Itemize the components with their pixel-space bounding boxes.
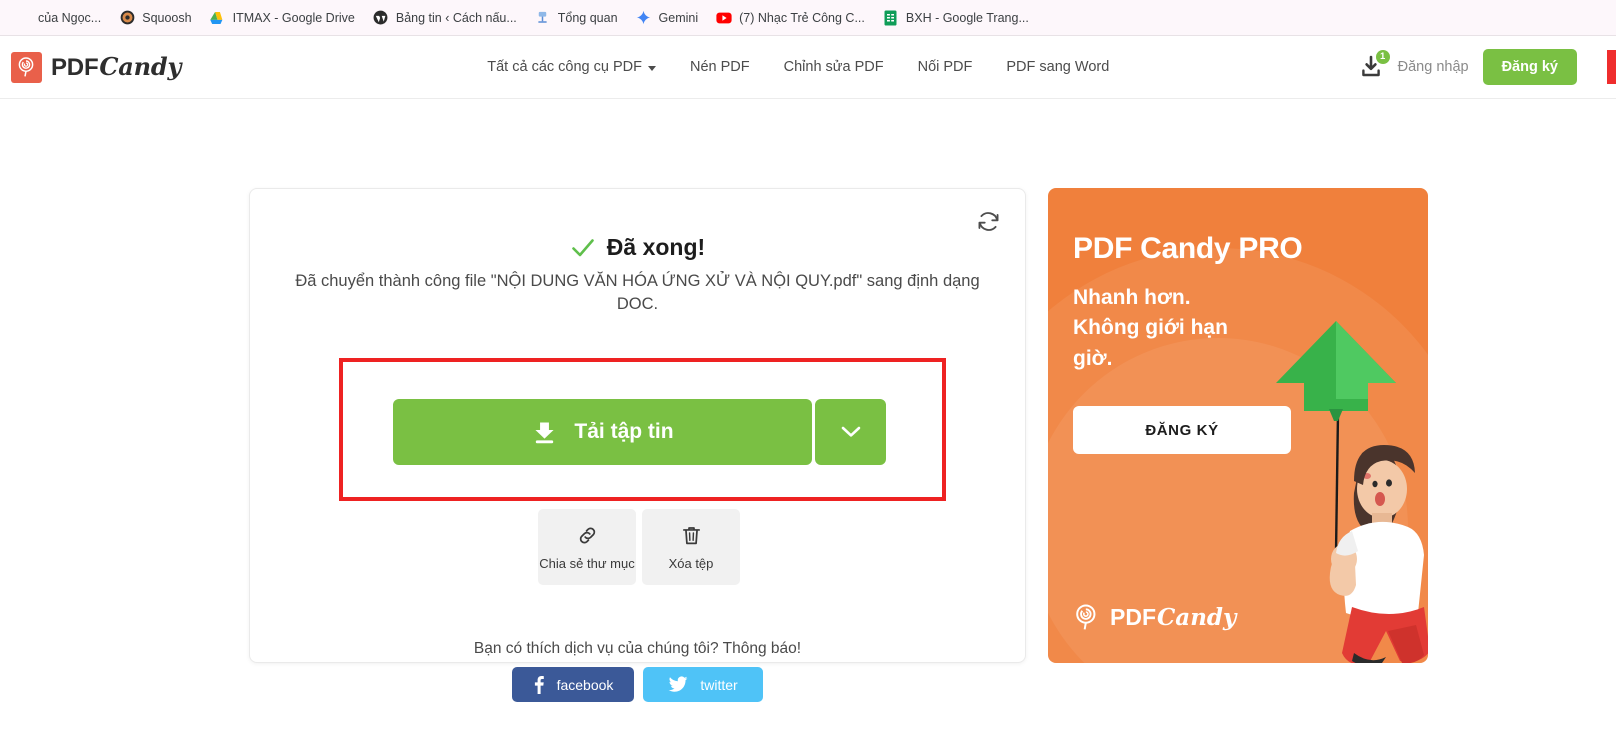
nav-label: Nối PDF: [917, 59, 973, 75]
bookmark-label: Tổng quan: [557, 10, 618, 25]
bookmark-label: ITMAX - Google Drive: [232, 10, 355, 25]
logo-candy-text: Candy: [99, 52, 182, 81]
nav-item-edit-pdf[interactable]: Chỉnh sửa PDF: [784, 59, 884, 75]
conversion-result-card: Đã xong! Đã chuyển thành công file "NỘI …: [249, 188, 1026, 702]
chevron-down-icon: [647, 65, 656, 71]
nav-label: Nén PDF: [689, 59, 750, 75]
logo-text: PDF Candy: [51, 52, 181, 82]
bookmark-label: BXH - Google Trang...: [905, 10, 1029, 25]
promo-logo-pdf: PDF: [1110, 603, 1156, 630]
share-prompt-text: Bạn có thích dịch vụ của chúng tôi? Thôn…: [473, 640, 802, 657]
refresh-circular-icon: [978, 211, 998, 231]
bookmark-label: (7) Nhạc Trẻ Công C...: [739, 10, 865, 25]
wordpress-icon: [373, 10, 389, 26]
site-logo[interactable]: PDF Candy: [11, 51, 181, 83]
bookmark-item-0[interactable]: của Ngọc...: [6, 6, 110, 30]
download-button-label: Tải tập tin: [574, 420, 674, 443]
bookmark-item-5[interactable]: Gemini: [627, 6, 708, 30]
bookmark-item-3[interactable]: Bảng tin ‹ Cách nấu...: [364, 6, 526, 30]
bookmark-item-4[interactable]: Tổng quan: [526, 6, 627, 30]
generic-bookmark-icon: [15, 10, 31, 26]
nav-item-compress-pdf[interactable]: Nén PDF: [690, 59, 750, 75]
page-title: Đã xong!: [606, 234, 706, 260]
nav-item-pdf-to-word[interactable]: PDF sang Word: [1006, 59, 1109, 75]
trash-bin-icon: [682, 526, 700, 544]
delete-file-label: Xóa tệp: [668, 555, 714, 571]
conversion-message: Đã chuyển thành công file "NỘI DUNG VĂN …: [295, 272, 980, 314]
nav-label: Tất cả các công cụ PDF: [487, 59, 642, 75]
signup-button[interactable]: Đăng ký: [1482, 49, 1577, 85]
nav-item-all-tools[interactable]: Tất cả các công cụ PDF: [487, 59, 656, 75]
logo-pdf-text: PDF: [51, 54, 99, 81]
download-file-button[interactable]: Tải tập tin: [393, 399, 812, 465]
cut-off-red-element: [1607, 50, 1616, 84]
tongquan-icon: [535, 10, 551, 26]
squoosh-icon: [119, 10, 135, 26]
link-chain-icon: [579, 527, 595, 543]
twitter-share-button[interactable]: twitter: [643, 667, 763, 702]
lollipop-icon: [1076, 604, 1096, 630]
gemini-sparkle-icon: [636, 10, 652, 26]
bookmark-label: của Ngọc...: [38, 10, 102, 25]
facebook-share-button[interactable]: facebook: [512, 667, 634, 702]
page-body: Đã xong! Đã chuyển thành công file "NỘI …: [0, 99, 1616, 752]
chevron-down-icon: [841, 426, 860, 437]
login-link[interactable]: Đăng nhập: [1398, 59, 1469, 75]
google-sheets-icon: [883, 10, 899, 26]
google-drive-icon: [210, 10, 226, 26]
promo-title: PDF Candy PRO: [1073, 232, 1303, 265]
promo-logo-candy: Candy: [1157, 603, 1237, 631]
header-right-actions: 1 Đăng nhập Đăng ký: [1358, 36, 1616, 98]
restart-refresh-button[interactable]: [973, 206, 1003, 236]
bookmark-label: Bảng tin ‹ Cách nấu...: [395, 10, 517, 25]
twitter-label: twitter: [700, 676, 738, 693]
bookmark-item-2[interactable]: ITMAX - Google Drive: [201, 6, 364, 30]
done-heading: Đã xong!: [250, 234, 1025, 261]
bookmark-label: Gemini: [658, 10, 699, 25]
twitter-bird-icon: [668, 676, 688, 692]
browser-bookmark-bar: của Ngọc... Squoosh ITMAX - Google Drive…: [0, 0, 1616, 36]
download-options-button[interactable]: [815, 399, 886, 465]
downloads-badge: 1: [1375, 50, 1390, 64]
promo-logo: PDF Candy: [1073, 603, 1236, 631]
facebook-label: facebook: [556, 676, 614, 693]
lollipop-icon: [11, 51, 42, 83]
secondary-actions: Chia sẻ thư mục Xóa tệp: [538, 509, 740, 585]
share-folder-label: Chia sẻ thư mục: [539, 555, 635, 571]
social-share-row: facebook twitter: [250, 667, 1025, 702]
delete-file-button[interactable]: Xóa tệp: [642, 509, 740, 585]
share-folder-button[interactable]: Chia sẻ thư mục: [538, 509, 636, 585]
download-arrow-icon: [535, 421, 554, 443]
bookmark-item-6[interactable]: (7) Nhạc Trẻ Công C...: [707, 6, 874, 30]
pro-promo-banner[interactable]: PDF Candy PRO Nhanh hơn. Không giới hạn …: [1048, 188, 1428, 663]
main-navigation: Tất cả các công cụ PDF Nén PDF Chỉnh sửa…: [487, 59, 1109, 75]
bookmark-item-7[interactable]: BXH - Google Trang...: [874, 6, 1038, 30]
nav-label: Chỉnh sửa PDF: [783, 59, 884, 75]
site-header: PDF Candy Tất cả các công cụ PDF Nén PDF …: [0, 36, 1616, 99]
promo-logo-text: PDF Candy: [1110, 604, 1236, 631]
check-mark-icon: [571, 238, 594, 256]
bookmark-label: Squoosh: [142, 10, 192, 25]
bookmark-item-1[interactable]: Squoosh: [110, 6, 200, 30]
facebook-icon: [534, 675, 544, 694]
nav-item-merge-pdf[interactable]: Nối PDF: [918, 59, 973, 75]
downloads-button[interactable]: 1: [1358, 50, 1390, 80]
nav-label: PDF sang Word: [1006, 59, 1110, 75]
download-button-group: Tải tập tin: [393, 399, 886, 465]
youtube-icon: [716, 10, 732, 26]
